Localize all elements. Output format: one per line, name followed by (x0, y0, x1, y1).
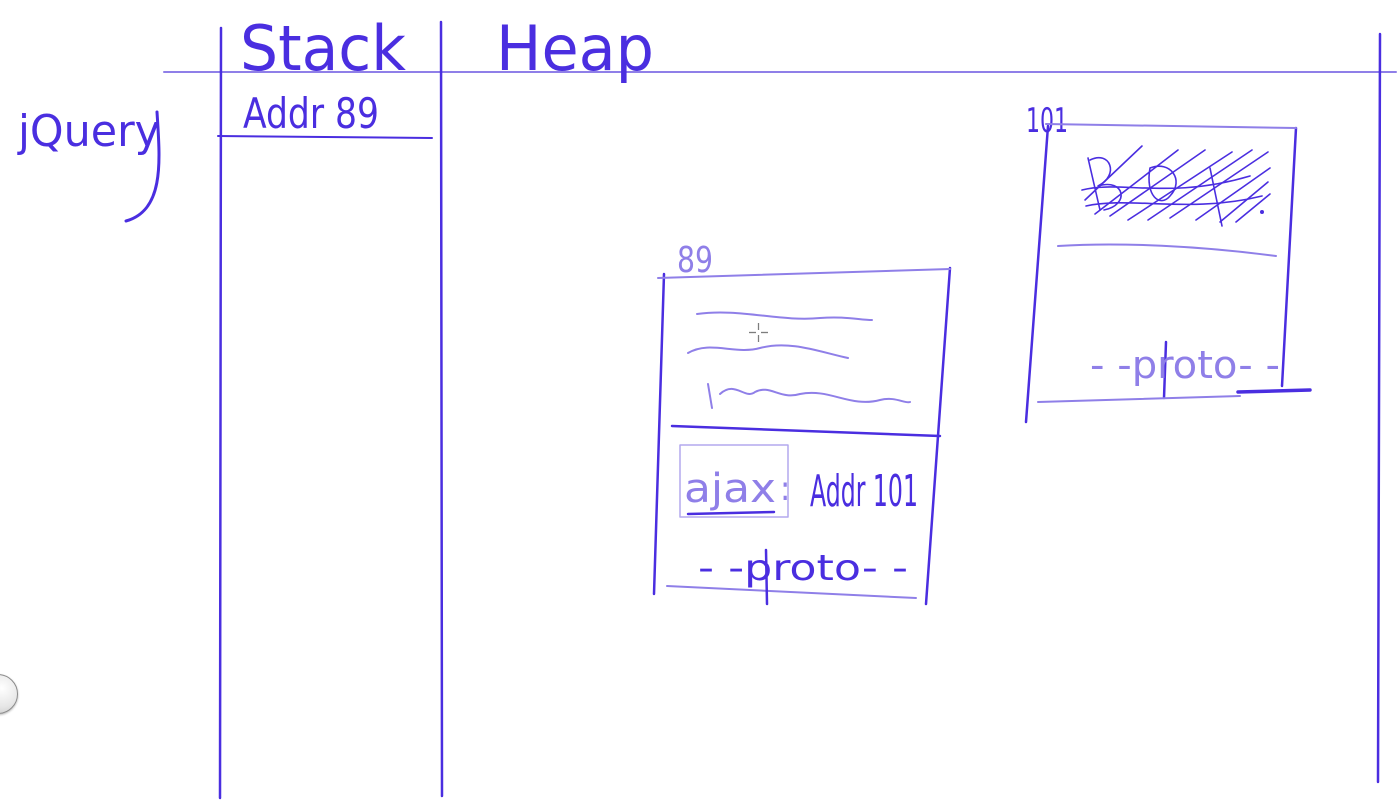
object-101-right-edge (1280, 126, 1298, 388)
stack-heap-divider (439, 20, 444, 798)
object-101-top-edge (1045, 123, 1297, 129)
object-101-left-edge (1024, 124, 1050, 424)
right-border (1376, 32, 1382, 784)
object-89-address: 89 (677, 240, 713, 281)
stack-left-border (218, 26, 223, 800)
jquery-label: jQuery (17, 106, 160, 157)
object-89-scribble-3 (707, 383, 911, 409)
whiteboard-canvas[interactable]: Stack Heap jQuery Addr 89 89 ajax : Addr… (0, 0, 1399, 800)
object-89-proto: - -proto- - (698, 548, 908, 589)
object-101-proto: - -proto- - (1090, 343, 1280, 387)
ajax-separator: : (780, 469, 790, 509)
object-101-crossed-out-scribble (1081, 145, 1271, 227)
object-89-section-divider (670, 424, 942, 438)
heap-object-101: 101 - -proto- - (1024, 101, 1312, 424)
object-101-bottom-edge (1236, 388, 1312, 394)
stack-heading: Stack (240, 12, 407, 85)
object-101-bottom-line (1037, 395, 1241, 403)
stack-value: Addr 89 (243, 89, 379, 138)
ajax-value: Addr 101 (810, 466, 918, 517)
heap-heading: Heap (496, 12, 654, 85)
table-lines (124, 20, 1397, 800)
object-101-scribble-dot (1260, 210, 1264, 214)
object-101-section-divider (1057, 243, 1277, 257)
ajax-key: ajax (684, 466, 776, 512)
object-89-left-edge (652, 272, 666, 596)
ajax-key-underline (686, 510, 776, 516)
object-89-scribble-1 (696, 311, 873, 321)
object-89-scribble-2 (687, 344, 849, 359)
heap-object-89: 89 ajax : Addr 101 - -proto- - (652, 240, 952, 606)
